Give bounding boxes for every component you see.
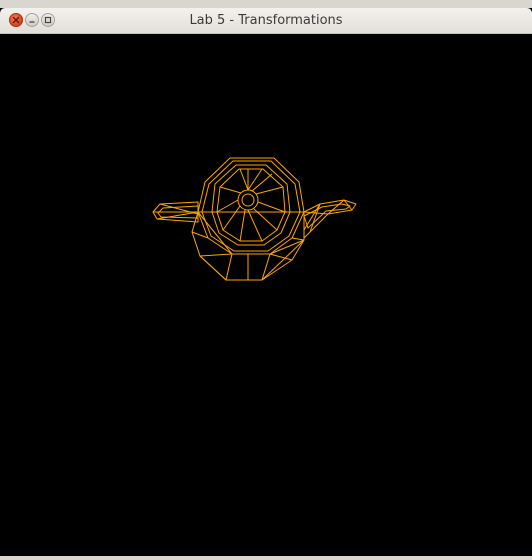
teapot-wireframe: [152, 157, 357, 281]
app-window: Lab 5 - Transformations: [0, 8, 532, 556]
title-bar[interactable]: Lab 5 - Transformations: [0, 8, 532, 34]
render-canvas[interactable]: [0, 34, 532, 556]
window-title: Lab 5 - Transformations: [189, 13, 343, 28]
